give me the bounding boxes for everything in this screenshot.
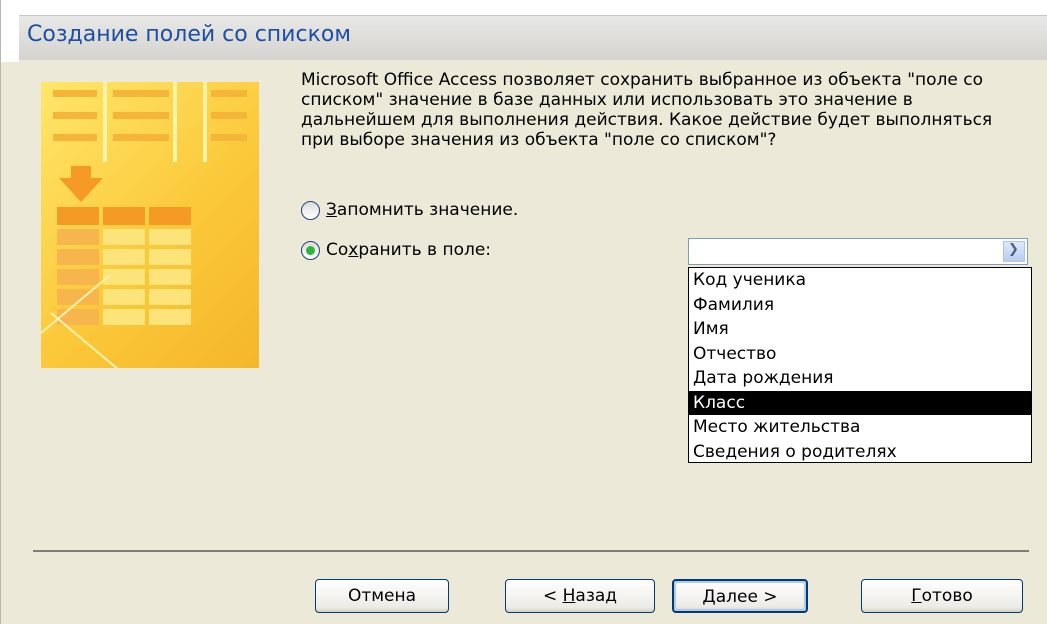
table-cell [103, 309, 145, 325]
radio-button-off[interactable] [301, 200, 320, 220]
table-cell [149, 229, 191, 245]
list-item[interactable]: Фамилия [689, 293, 1031, 318]
button-hotkey: Г [911, 586, 922, 606]
table-cell [103, 289, 145, 305]
list-item[interactable]: Имя [689, 317, 1031, 342]
grid-bar [53, 112, 97, 119]
wizard-dialog: Создание полей со списком Microsoft Offi… [0, 0, 1047, 624]
field-dropdown-list[interactable]: Код ученика Фамилия Имя Отчество Дата ро… [688, 267, 1032, 463]
wizard-content: Microsoft Office Access позволяет сохран… [19, 60, 1047, 624]
table-cell [149, 207, 191, 225]
grid-line [173, 82, 177, 162]
list-item[interactable]: Дата рождения [689, 366, 1031, 391]
wizard-description: Microsoft Office Access позволяет сохран… [301, 70, 993, 150]
radio-label-pre: Со [326, 240, 349, 260]
title-area: Создание полей со списком [1, 0, 1047, 62]
button-label: Отмена [347, 586, 417, 606]
button-label-post: алее > [715, 587, 778, 607]
table-cell [103, 229, 145, 245]
table-cell [149, 269, 191, 285]
table-cell [149, 249, 191, 265]
list-item-selected[interactable]: Класс [689, 390, 1031, 415]
grid-bar [113, 112, 169, 119]
grid-bar [113, 134, 169, 141]
button-label-post: азад [575, 586, 618, 606]
back-button[interactable]: < Назад [505, 579, 655, 613]
table-cell [57, 249, 99, 265]
grid-line [103, 82, 107, 162]
radio-save-in-field[interactable]: Сохранить в поле: [301, 240, 491, 260]
table-cell [103, 207, 145, 225]
table-cell [103, 269, 145, 285]
cancel-button[interactable]: Отмена [315, 579, 449, 613]
list-item[interactable]: Код ученика [689, 268, 1031, 293]
table-cell [103, 249, 145, 265]
table-cell [57, 229, 99, 245]
radio-label-post: апомнить значение. [336, 200, 519, 220]
grid-bar [113, 90, 169, 97]
list-item[interactable]: Сведения о родителях [689, 440, 1031, 465]
button-label-post: отово [921, 586, 973, 606]
next-button[interactable]: Далее > [672, 579, 808, 613]
illustration-table [53, 203, 195, 329]
button-hotkey: Н [562, 586, 576, 606]
table-cell [149, 309, 191, 325]
illustration-top-grid [53, 82, 253, 162]
title-bar: Создание полей со списком [19, 15, 1047, 60]
radio-label-post: ранить в поле: [358, 240, 492, 260]
grid-bar [53, 90, 97, 97]
radio-label-hotkey: З [326, 200, 337, 220]
field-combobox[interactable]: ❯ [688, 238, 1028, 265]
radio-label-hotkey: х [348, 240, 359, 260]
grid-bar [211, 112, 247, 119]
arrow-down-icon [59, 178, 103, 202]
list-item[interactable]: Отчество [689, 342, 1031, 367]
combo-dropdown-button[interactable]: ❯ [1003, 241, 1025, 262]
table-cell [57, 269, 99, 285]
table-cell [149, 289, 191, 305]
radio-remember-value[interactable]: Запомнить значение. [301, 200, 518, 220]
dialog-title: Создание полей со списком [27, 22, 351, 47]
grid-bar [211, 90, 247, 97]
grid-line [203, 82, 207, 162]
wizard-illustration [41, 82, 259, 368]
grid-bar [211, 134, 247, 141]
table-cell [57, 207, 99, 225]
radio-button-on[interactable] [301, 240, 320, 260]
button-hotkey: Д [702, 587, 716, 607]
button-label-pre: < [542, 586, 563, 606]
list-item[interactable]: Место жительства [689, 415, 1031, 440]
chevron-down-icon: ❯ [1008, 242, 1019, 257]
separator-line [33, 550, 1029, 552]
grid-bar [53, 134, 97, 141]
finish-button[interactable]: Готово [861, 579, 1023, 613]
